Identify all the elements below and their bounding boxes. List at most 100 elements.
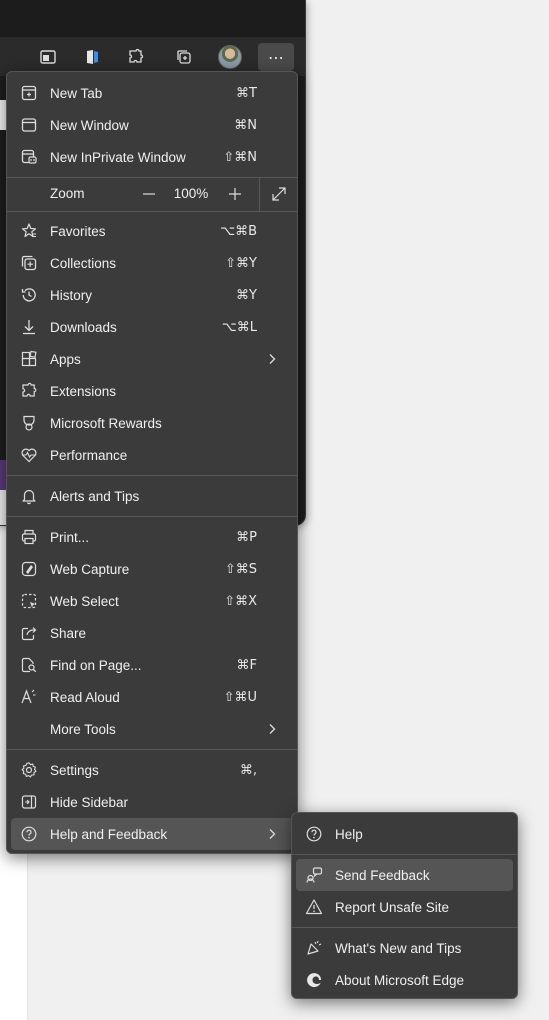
menu-separator <box>7 211 297 212</box>
menu-item-label: New InPrivate Window <box>50 149 186 165</box>
menu-item-shortcut: ⇧⌘U <box>223 689 257 705</box>
menu-item-read-aloud[interactable]: Read Aloud ⇧⌘U <box>11 681 293 713</box>
extensions-icon[interactable] <box>122 43 150 71</box>
menu-item-new-inprivate-window[interactable]: New InPrivate Window ⇧⌘N <box>11 141 293 173</box>
menu-item-label: Find on Page... <box>50 657 142 673</box>
new-tab-icon <box>20 84 38 102</box>
bell-icon <box>20 487 38 505</box>
menu-item-downloads[interactable]: Downloads ⌥⌘L <box>11 311 293 343</box>
download-icon <box>20 318 38 336</box>
fullscreen-button[interactable] <box>269 184 289 204</box>
share-icon <box>20 624 38 642</box>
trophy-icon <box>20 414 38 432</box>
menu-item-label: Settings <box>50 762 99 778</box>
submenu-item-label: About Microsoft Edge <box>335 972 465 988</box>
submenu-item-about-edge[interactable]: About Microsoft Edge <box>296 964 513 996</box>
whats-new-icon <box>305 939 323 957</box>
submenu-item-label: Send Feedback <box>335 867 430 883</box>
menu-item-shortcut: ⌘F <box>236 657 257 673</box>
menu-item-label: Favorites <box>50 223 106 239</box>
settings-and-more-menu: New Tab ⌘T New Window ⌘N New InPrivate W… <box>6 71 298 854</box>
warning-icon <box>305 898 323 916</box>
menu-item-label: Print... <box>50 529 90 545</box>
menu-item-performance[interactable]: Performance <box>11 439 293 471</box>
menu-separator <box>292 854 517 855</box>
menu-item-label: New Window <box>50 117 129 133</box>
help-icon <box>305 825 323 843</box>
zoom-level: 100% <box>173 186 209 201</box>
menu-item-print[interactable]: Print... ⌘P <box>11 521 293 553</box>
profile-button[interactable] <box>216 43 244 71</box>
menu-item-label: New Tab <box>50 85 103 101</box>
menu-item-new-window[interactable]: New Window ⌘N <box>11 109 293 141</box>
settings-and-more-button[interactable]: ⋯ <box>258 43 294 71</box>
menu-item-microsoft-rewards[interactable]: Microsoft Rewards <box>11 407 293 439</box>
menu-item-shortcut: ⌘T <box>236 85 257 101</box>
printer-icon <box>20 528 38 546</box>
menu-item-web-select[interactable]: Web Select ⇧⌘X <box>11 585 293 617</box>
menu-item-label: Downloads <box>50 319 117 335</box>
zoom-in-button[interactable] <box>225 184 245 204</box>
menu-item-shortcut: ⇧⌘X <box>224 593 257 609</box>
menu-item-hide-sidebar[interactable]: Hide Sidebar <box>11 786 293 818</box>
menu-item-new-tab[interactable]: New Tab ⌘T <box>11 77 293 109</box>
star-icon <box>20 222 38 240</box>
new-window-icon <box>20 116 38 134</box>
menu-item-label: History <box>50 287 93 303</box>
menu-item-extensions[interactable]: Extensions <box>11 375 293 407</box>
menu-item-shortcut: ⌥⌘B <box>220 223 257 239</box>
menu-item-label: Share <box>50 625 87 641</box>
menu-item-label: Read Aloud <box>50 689 120 705</box>
menu-item-label: Alerts and Tips <box>50 488 140 504</box>
menu-item-shortcut: ⌘Y <box>236 287 257 303</box>
gear-icon <box>20 761 38 779</box>
submenu-item-label: What's New and Tips <box>335 940 462 956</box>
menu-separator <box>7 749 297 750</box>
more-icon: ⋯ <box>268 47 284 67</box>
history-icon <box>20 286 38 304</box>
menu-item-apps[interactable]: Apps <box>11 343 293 375</box>
submenu-item-report-unsafe-site[interactable]: Report Unsafe Site <box>296 891 513 923</box>
menu-item-label: Microsoft Rewards <box>50 415 162 431</box>
web-capture-icon <box>20 560 38 578</box>
zoom-row: Zoom 100% <box>11 177 293 211</box>
zoom-divider <box>259 177 260 211</box>
menu-item-shortcut: ⌥⌘L <box>221 319 257 335</box>
menu-item-shortcut: ⌘P <box>236 529 257 545</box>
submenu-item-help[interactable]: Help <box>296 818 513 850</box>
menu-item-collections[interactable]: Collections ⇧⌘Y <box>11 247 293 279</box>
read-aloud-icon <box>20 688 38 706</box>
menu-item-history[interactable]: History ⌘Y <box>11 279 293 311</box>
title-bar <box>0 0 305 38</box>
menu-item-alerts-and-tips[interactable]: Alerts and Tips <box>11 480 293 512</box>
menu-item-more-tools[interactable]: More Tools <box>11 713 293 745</box>
menu-separator <box>292 927 517 928</box>
menu-item-label: Performance <box>50 447 128 463</box>
chevron-right-icon <box>265 827 279 841</box>
browser-essentials-icon[interactable] <box>78 43 106 71</box>
heartbeat-icon <box>20 446 38 464</box>
menu-item-favorites[interactable]: Favorites ⌥⌘B <box>11 215 293 247</box>
chevron-right-icon <box>265 352 279 366</box>
menu-item-help-and-feedback[interactable]: Help and Feedback <box>11 818 293 850</box>
chevron-right-icon <box>265 722 279 736</box>
edge-logo-icon <box>305 971 323 989</box>
menu-item-find-on-page[interactable]: Find on Page... ⌘F <box>11 649 293 681</box>
avatar <box>218 45 242 69</box>
submenu-item-label: Help <box>335 826 363 842</box>
menu-item-label: Collections <box>50 255 117 271</box>
menu-item-label: Web Capture <box>50 561 130 577</box>
inprivate-icon <box>20 148 38 166</box>
zoom-label: Zoom <box>50 186 85 201</box>
menu-item-web-capture[interactable]: Web Capture ⇧⌘S <box>11 553 293 585</box>
menu-item-shortcut: ⇧⌘S <box>224 561 257 577</box>
help-and-feedback-submenu: Help Send Feedback Report Unsafe Site Wh… <box>291 812 518 999</box>
submenu-item-whats-new[interactable]: What's New and Tips <box>296 932 513 964</box>
collections-icon <box>20 254 38 272</box>
split-screen-icon[interactable] <box>34 43 62 71</box>
submenu-item-send-feedback[interactable]: Send Feedback <box>296 859 513 891</box>
menu-item-share[interactable]: Share <box>11 617 293 649</box>
zoom-out-button[interactable] <box>139 184 159 204</box>
collections-icon[interactable] <box>170 43 198 71</box>
menu-item-settings[interactable]: Settings ⌘, <box>11 754 293 786</box>
